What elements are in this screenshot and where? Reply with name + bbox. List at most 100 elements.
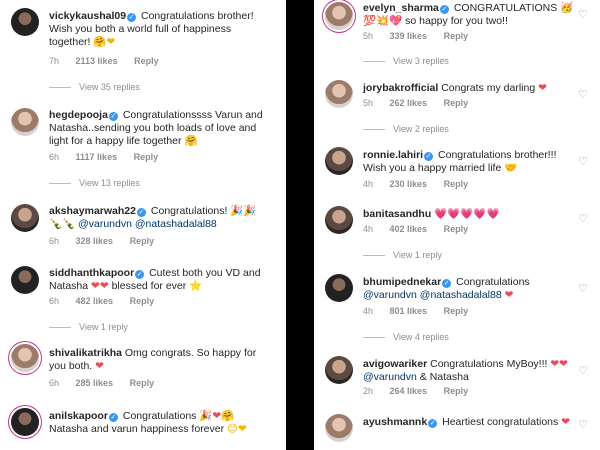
view-replies[interactable]: View 13 replies <box>49 178 140 188</box>
reply-button[interactable]: Reply <box>130 378 155 388</box>
view-replies[interactable]: View 2 replies <box>363 124 449 134</box>
likes-count[interactable]: 1117 likes <box>76 152 118 162</box>
timestamp: 2h <box>363 386 374 396</box>
reply-button[interactable]: Reply <box>444 224 469 234</box>
avatar[interactable] <box>325 206 353 234</box>
heart-outline-icon[interactable]: ♡ <box>578 420 588 431</box>
verified-badge-icon: ✓ <box>135 270 145 279</box>
username[interactable]: jorybakrofficial <box>363 82 438 94</box>
username[interactable]: ronnie.lahiri <box>363 149 423 161</box>
username[interactable]: ayushmannk <box>363 416 427 428</box>
emoji: 🎉❤🤗 <box>199 410 235 422</box>
likes-count[interactable]: 482 likes <box>76 296 114 306</box>
likes-count[interactable]: 230 likes <box>390 179 428 189</box>
view-replies-label[interactable]: View 1 reply <box>393 250 442 260</box>
likes-count[interactable]: 264 likes <box>390 386 428 396</box>
reply-button[interactable]: Reply <box>444 179 469 189</box>
comment-meta: 5h 262 likes Reply <box>363 98 482 108</box>
comments-panel-right: evelyn_sharma ✓ CONGRATULATIONS 🥳 💯💥💖 so … <box>314 0 600 450</box>
avatar[interactable] <box>11 8 39 36</box>
verified-badge-icon: ✓ <box>127 13 137 22</box>
username[interactable]: siddhanthkapoor <box>49 267 134 279</box>
likes-count[interactable]: 339 likes <box>390 31 428 41</box>
view-replies[interactable]: View 1 reply <box>363 250 442 260</box>
timestamp: 4h <box>363 306 374 316</box>
reply-button[interactable]: Reply <box>134 56 159 66</box>
comment-meta: 4h 230 likes Reply <box>363 179 482 189</box>
view-replies-label[interactable]: View 3 replies <box>393 56 449 66</box>
avatar[interactable] <box>325 274 353 302</box>
reply-button[interactable]: Reply <box>134 152 159 162</box>
comment-text: bhumipednekar ✓ Congratulations @varundvn… <box>363 276 578 302</box>
view-replies-label[interactable]: View 4 replies <box>393 332 449 342</box>
reply-button[interactable]: Reply <box>444 306 469 316</box>
reply-button[interactable]: Reply <box>444 98 469 108</box>
likes-count[interactable]: 2113 likes <box>76 56 118 66</box>
emoji: ⭐ <box>189 280 203 292</box>
emoji: 🤝 <box>504 162 518 174</box>
comment-text: hegdepooja ✓ Congratulationssss Varun and… <box>49 109 264 148</box>
avatar[interactable] <box>11 108 39 136</box>
mention-link[interactable]: @varundvn <box>78 218 132 230</box>
username[interactable]: hegdepooja <box>49 109 108 121</box>
mention-link[interactable]: @natashadalal88 <box>420 289 502 301</box>
timestamp: 6h <box>49 378 60 388</box>
likes-count[interactable]: 262 likes <box>390 98 428 108</box>
timestamp: 5h <box>363 31 374 41</box>
mention-link[interactable]: @varundvn <box>363 371 417 383</box>
view-replies[interactable]: View 4 replies <box>363 332 449 342</box>
comment-text: siddhanthkapoor ✓ Cutest both you VD and … <box>49 267 264 293</box>
view-replies[interactable]: View 3 replies <box>363 56 449 66</box>
view-replies[interactable]: View 35 replies <box>49 82 140 92</box>
username[interactable]: shivalikatrikha <box>49 347 122 359</box>
avatar[interactable] <box>11 266 39 294</box>
username[interactable]: anilskapoor <box>49 410 108 422</box>
username[interactable]: akshaymarwah22 <box>49 205 136 217</box>
reply-button[interactable]: Reply <box>130 236 155 246</box>
avatar[interactable] <box>325 80 353 108</box>
likes-count[interactable]: 285 likes <box>76 378 114 388</box>
heart-outline-icon[interactable]: ♡ <box>578 366 588 377</box>
username[interactable]: banitasandhu <box>363 208 431 220</box>
mention-link[interactable]: @natashadalal88 <box>135 218 217 230</box>
avatar[interactable] <box>11 344 39 372</box>
likes-count[interactable]: 328 likes <box>76 236 114 246</box>
avatar[interactable] <box>11 204 39 232</box>
comments-panel-left: vickykaushal09 ✓ Congratulations brother!… <box>0 0 286 450</box>
mention-link[interactable]: @varundvn <box>363 289 417 301</box>
avatar[interactable] <box>325 356 353 384</box>
reply-button[interactable]: Reply <box>444 31 469 41</box>
likes-count[interactable]: 402 likes <box>390 224 428 234</box>
view-replies-label[interactable]: View 1 reply <box>79 322 128 332</box>
comment-text: evelyn_sharma ✓ CONGRATULATIONS 🥳 💯💥💖 so … <box>363 2 578 28</box>
comment-meta: 6h 1117 likes Reply <box>49 152 172 162</box>
avatar[interactable] <box>11 408 39 436</box>
avatar[interactable] <box>325 147 353 175</box>
comment-body-cont: Natasha and varun happiness forever <box>49 423 225 435</box>
heart-outline-icon[interactable]: ♡ <box>578 10 588 21</box>
view-replies-label[interactable]: View 35 replies <box>79 82 140 92</box>
heart-outline-icon[interactable]: ♡ <box>578 157 588 168</box>
avatar[interactable] <box>325 414 353 442</box>
emoji: 🤗 <box>184 135 198 147</box>
avatar[interactable] <box>325 2 353 30</box>
comment-meta: 7h 2113 likes Reply <box>49 56 173 66</box>
username[interactable]: bhumipednekar <box>363 276 441 288</box>
view-replies[interactable]: View 1 reply <box>49 322 128 332</box>
comment-text: shivalikatrikha Omg congrats. So happy f… <box>49 347 264 373</box>
likes-count[interactable]: 801 likes <box>390 306 428 316</box>
username[interactable]: vickykaushal09 <box>49 10 126 22</box>
comment-text: avigowariker Congratulations MyBoy!!! ❤❤… <box>363 358 578 384</box>
view-replies-label[interactable]: View 2 replies <box>393 124 449 134</box>
username[interactable]: avigowariker <box>363 358 427 370</box>
heart-outline-icon[interactable]: ♡ <box>578 90 588 101</box>
username[interactable]: evelyn_sharma <box>363 2 439 14</box>
reply-button[interactable]: Reply <box>130 296 155 306</box>
comment-text: banitasandhu 💗💗💗💗💗 <box>363 208 578 221</box>
reply-button[interactable]: Reply <box>444 386 469 396</box>
heart-outline-icon[interactable]: ♡ <box>578 214 588 225</box>
verified-badge-icon: ✓ <box>428 419 438 428</box>
heart-outline-icon[interactable]: ♡ <box>578 284 588 295</box>
view-replies-label[interactable]: View 13 replies <box>79 178 140 188</box>
comment-meta: 6h 328 likes Reply <box>49 236 168 246</box>
